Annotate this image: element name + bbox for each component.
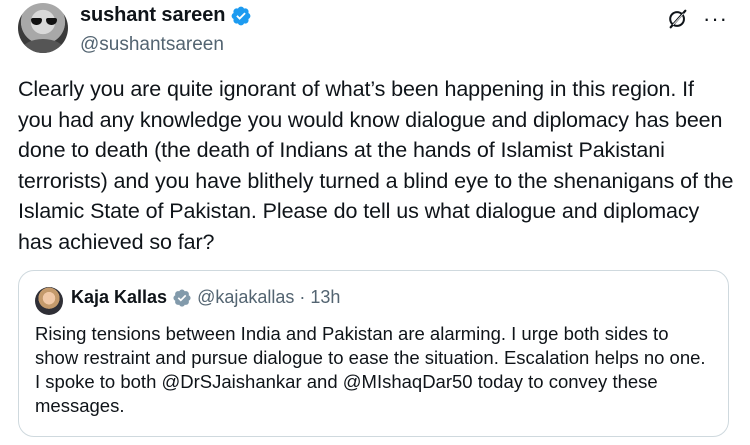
post-text: Clearly you are quite ignorant of what’s… bbox=[18, 77, 734, 254]
author-name-row: sushant sareen bbox=[80, 4, 252, 27]
quoted-verified-badge-icon bbox=[173, 288, 191, 307]
quoted-author-handle[interactable]: @kajakallas bbox=[197, 287, 294, 308]
more-options-icon[interactable]: ··· bbox=[703, 8, 728, 30]
quoted-author-display-name[interactable]: Kaja Kallas bbox=[71, 287, 167, 308]
author-avatar[interactable] bbox=[18, 3, 68, 53]
author-handle[interactable]: @sushantsareen bbox=[80, 34, 224, 56]
quoted-author-avatar[interactable] bbox=[35, 287, 63, 315]
author-display-name[interactable]: sushant sareen bbox=[80, 4, 225, 27]
verified-badge-icon bbox=[231, 6, 251, 25]
quoted-separator: · bbox=[299, 287, 306, 307]
avatar-body-graphic bbox=[22, 39, 64, 53]
post-top-actions: ··· bbox=[667, 8, 728, 30]
grok-icon[interactable] bbox=[667, 8, 689, 30]
quoted-post-text: Rising tensions between India and Pakist… bbox=[35, 323, 706, 416]
quoted-timestamp[interactable]: 13h bbox=[310, 287, 340, 308]
quoted-post-card[interactable]: Kaja Kallas @kajakallas · 13h Rising ten… bbox=[18, 270, 729, 437]
quoted-author-row: Kaja Kallas @kajakallas · 13h bbox=[71, 287, 340, 308]
sunglasses-graphic bbox=[31, 18, 57, 26]
